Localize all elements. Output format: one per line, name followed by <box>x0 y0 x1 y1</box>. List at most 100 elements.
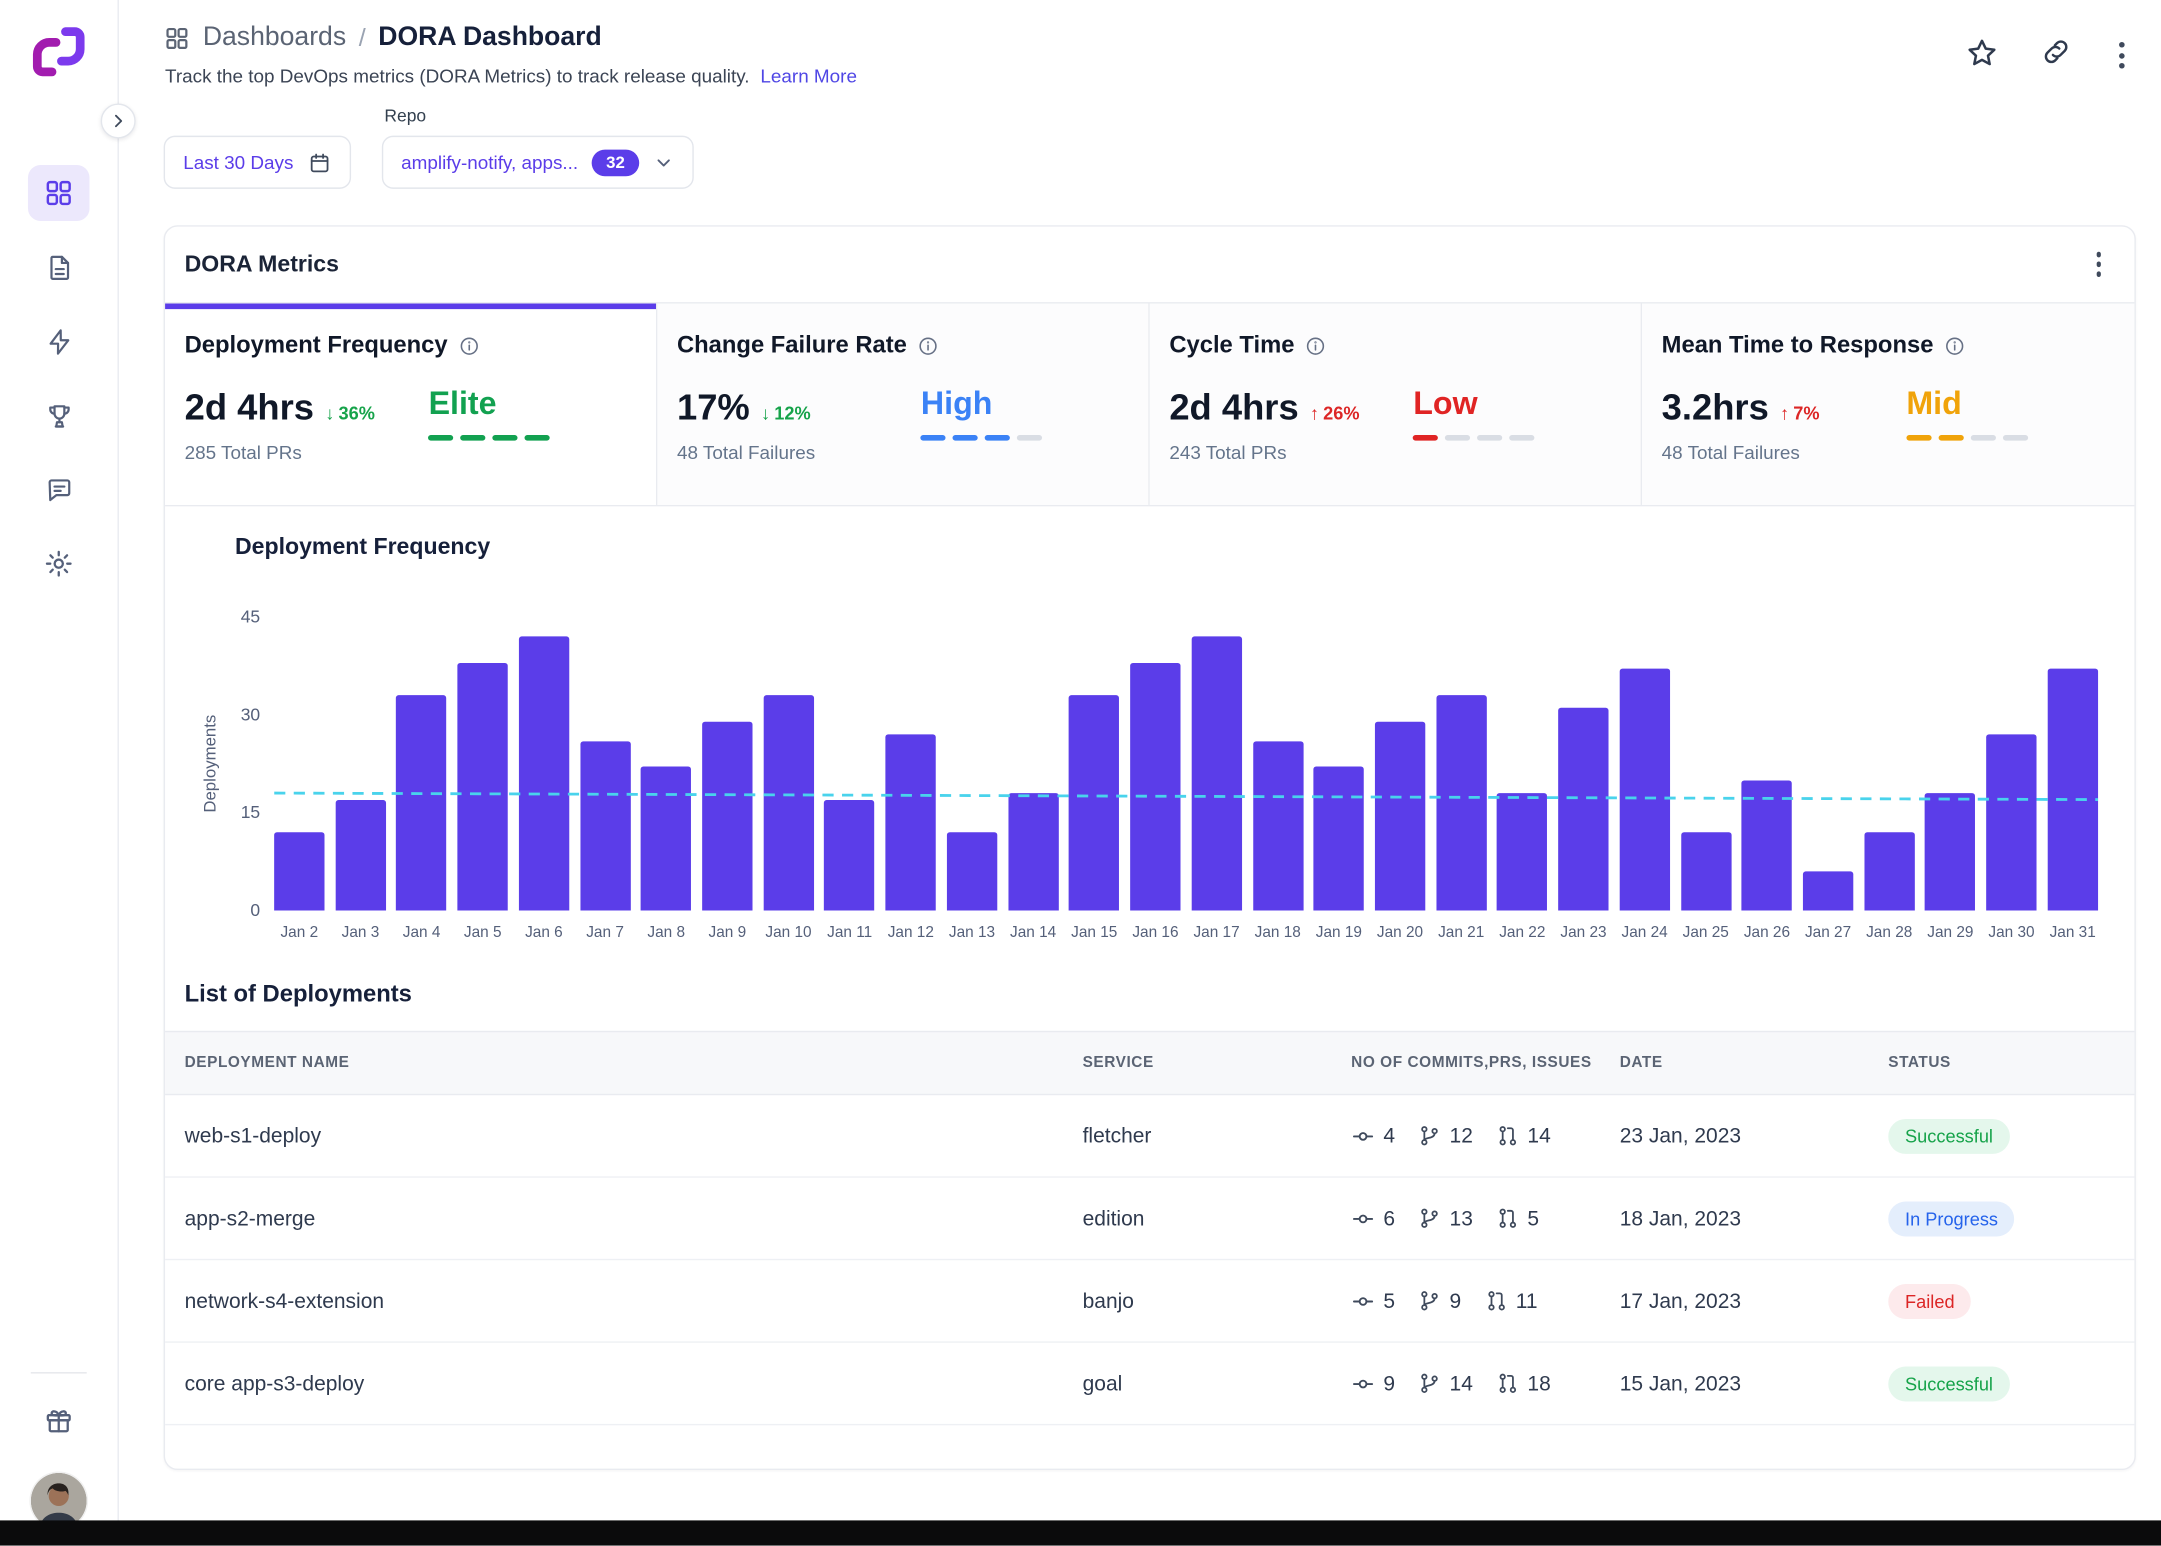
x-axis-labels: Jan 2 Jan 3 Jan 4 Jan 5 Jan 6 Jan 7 Jan 8 Jan 9… <box>274 925 2098 942</box>
x-axis-tick-label: Jan 5 <box>463 924 502 942</box>
sidebar-item-reports[interactable] <box>28 239 90 295</box>
bar-jan-4[interactable] <box>396 695 447 911</box>
bar-jan-12[interactable] <box>885 734 936 911</box>
bar-jan-18[interactable] <box>1252 741 1303 911</box>
table-row[interactable]: network-s4-extension banjo 5 9 11 17 Jan… <box>165 1260 2135 1343</box>
prs-count: 12 <box>1419 1124 1473 1148</box>
commit-icon <box>1351 1124 1375 1148</box>
rating-meter <box>1906 435 2029 442</box>
bar-jan-2[interactable] <box>274 832 325 911</box>
x-axis-tick-label: Jan 17 <box>1193 924 1240 942</box>
repo-select[interactable]: amplify-notify, apps... 32 <box>381 135 694 189</box>
bar-chart-plot <box>274 617 2098 911</box>
sidebar-expand-button[interactable] <box>100 103 136 139</box>
issues-count: 5 <box>1497 1206 1539 1230</box>
x-axis-tick-label: Jan 15 <box>1071 924 1118 942</box>
bar-jan-15[interactable] <box>1069 695 1120 911</box>
page-subtitle: Track the top DevOps metrics (DORA Metri… <box>165 66 857 87</box>
metric-value-text: 2d 4hrs <box>184 386 315 429</box>
bar-jan-8[interactable] <box>641 766 692 911</box>
dora-dashboard-page: Dashboards / DORA Dashboard Track the to… <box>0 0 2161 1546</box>
bar-jan-28[interactable] <box>1864 832 1915 911</box>
bar-jan-16[interactable] <box>1130 662 1181 911</box>
learn-more-link[interactable]: Learn More <box>760 66 857 87</box>
info-icon[interactable] <box>459 335 480 356</box>
deployments-section-title: List of Deployments <box>184 980 412 1008</box>
bar-jan-27[interactable] <box>1802 871 1854 911</box>
gift-icon[interactable] <box>43 1404 74 1442</box>
card-more-menu-icon[interactable] <box>2090 247 2106 283</box>
x-axis-tick-label: Jan 8 <box>647 924 686 942</box>
bar-jan-20[interactable] <box>1374 721 1426 911</box>
sidebar-divider <box>30 1372 87 1374</box>
x-axis-tick-label: Jan 2 <box>280 924 319 942</box>
x-axis-tick-label: Jan 29 <box>1927 924 1974 942</box>
tab-change-failure-rate[interactable]: Change Failure Rate 17% ↓ 12% 48 Total Fa… <box>657 303 1150 505</box>
bar-jan-3[interactable] <box>335 800 386 911</box>
table-row[interactable]: app-s2-merge edition 6 13 5 18 Jan, 2023… <box>165 1178 2135 1261</box>
x-axis-tick-label: Jan 4 <box>402 924 441 942</box>
bar-jan-17[interactable] <box>1191 636 1242 911</box>
delta-down-arrow-icon: ↓ <box>325 402 335 424</box>
bar-jan-6[interactable] <box>518 636 570 911</box>
repo-filter-label: Repo <box>384 106 427 126</box>
sidebar-item-automations[interactable] <box>28 313 90 369</box>
bar-jan-13[interactable] <box>946 832 998 911</box>
service-cell: goal <box>1082 1371 1123 1396</box>
metric-delta: ↓ 36% <box>325 403 375 424</box>
bar-jan-14[interactable] <box>1007 793 1059 911</box>
bar-jan-11[interactable] <box>824 800 875 911</box>
sidebar-item-feedback[interactable] <box>28 462 90 518</box>
breadcrumb-dashboards[interactable]: Dashboards <box>203 22 346 53</box>
pull-request-icon <box>1497 1207 1519 1229</box>
info-icon[interactable] <box>1306 335 1327 356</box>
bar-jan-21[interactable] <box>1435 695 1487 911</box>
table-row[interactable]: core app-s3-deploy goal 9 14 18 15 Jan, … <box>165 1343 2135 1426</box>
sidebar-item-dashboards[interactable] <box>27 165 90 221</box>
tab-cycle-time[interactable]: Cycle Time 2d 4hrs ↑ 26% 243 Total PRs L… <box>1149 303 1643 505</box>
metric-rating: Elite <box>428 385 551 463</box>
bar-jan-10[interactable] <box>763 695 814 911</box>
info-icon[interactable] <box>918 335 939 356</box>
bar-jan-25[interactable] <box>1680 832 1731 911</box>
bar-jan-30[interactable] <box>1986 734 2037 911</box>
tab-deployment-frequency[interactable]: Deployment Frequency 2d 4hrs ↓ 36% 285 To… <box>165 303 658 505</box>
rating-label: High <box>920 384 993 422</box>
delta-percent: 12% <box>774 402 811 424</box>
bar-jan-9[interactable] <box>702 721 753 911</box>
bar-jan-31[interactable] <box>2047 668 2098 911</box>
page-more-menu-icon[interactable] <box>2113 36 2130 74</box>
counts-cell: 4 12 14 <box>1351 1124 1620 1148</box>
sidebar-item-achievements[interactable] <box>28 387 90 443</box>
favorite-star-icon[interactable] <box>1965 36 1999 70</box>
x-axis-tick-label: Jan 30 <box>1988 924 2035 942</box>
info-icon[interactable] <box>1945 335 1966 356</box>
sidebar-item-settings[interactable] <box>28 536 90 592</box>
commits-count: 5 <box>1351 1289 1395 1313</box>
prs-count: 9 <box>1419 1289 1461 1313</box>
bar-jan-7[interactable] <box>579 741 631 911</box>
share-link-icon[interactable] <box>2041 36 2072 67</box>
chevron-down-icon <box>653 152 674 173</box>
bar-jan-26[interactable] <box>1741 780 1793 911</box>
x-axis-tick-label: Jan 31 <box>2049 924 2096 942</box>
metric-tabs: Deployment Frequency 2d 4hrs ↓ 36% 285 To… <box>165 302 2135 507</box>
bar-jan-5[interactable] <box>457 662 508 911</box>
dashboards-grid-icon <box>164 24 191 51</box>
table-row[interactable]: web-s1-deploy fletcher 4 12 14 23 Jan, 2… <box>165 1095 2135 1178</box>
y-axis-tick-label: 15 <box>240 802 261 823</box>
x-axis-tick-label: Jan 7 <box>586 924 624 942</box>
date-range-button[interactable]: Last 30 Days <box>163 135 351 189</box>
app-logo[interactable] <box>27 20 91 84</box>
bar-jan-23[interactable] <box>1558 707 1609 911</box>
repo-filter: Repo amplify-notify, apps... 32 <box>381 106 694 189</box>
bar-jan-24[interactable] <box>1619 668 1670 911</box>
service-cell: fletcher <box>1082 1123 1152 1148</box>
bar-jan-29[interactable] <box>1925 793 1976 911</box>
trophy-icon <box>44 401 73 430</box>
tab-mean-time-to-response[interactable]: Mean Time to Response 3.2hrs ↑ 7% 48 Tota… <box>1642 303 2135 505</box>
card-title: DORA Metrics <box>184 251 339 277</box>
bar-jan-19[interactable] <box>1313 766 1365 911</box>
x-axis-tick-label: Jan 11 <box>827 924 873 942</box>
bar-jan-22[interactable] <box>1497 793 1548 911</box>
